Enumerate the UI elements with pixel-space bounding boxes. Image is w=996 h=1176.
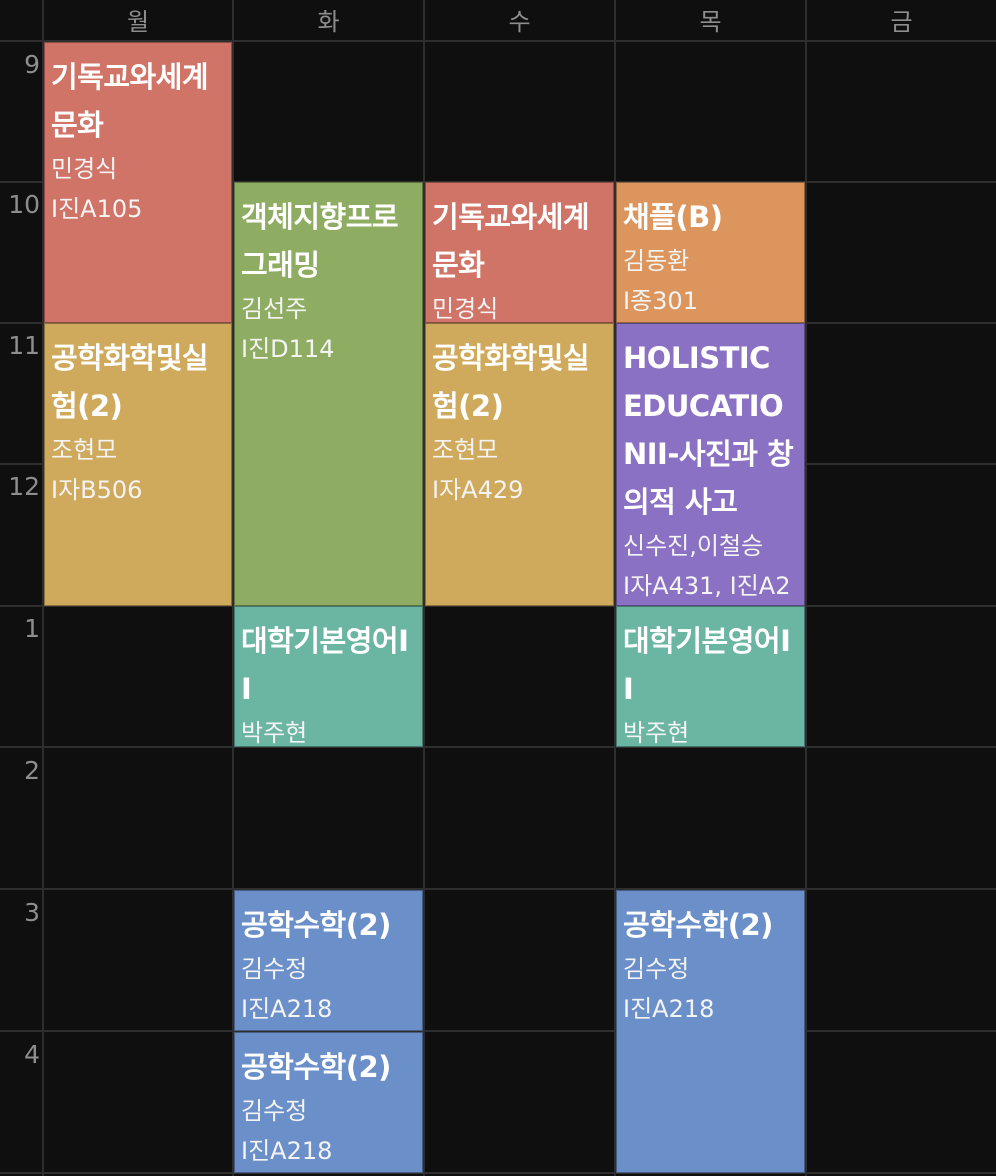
grid-line bbox=[0, 1030, 996, 1032]
course-professor: 김동환 bbox=[623, 247, 690, 275]
course-professor: 김수정 bbox=[241, 955, 308, 983]
course-room: I진A218 bbox=[623, 995, 715, 1023]
course-name: 공학수학(2) bbox=[241, 908, 391, 942]
course-room: I진A218 bbox=[241, 995, 333, 1023]
hour-label: 2 bbox=[24, 756, 40, 785]
course-room: I자B506 bbox=[51, 476, 143, 504]
course-room: I자A431, I진A208 bbox=[623, 572, 791, 600]
course-block[interactable]: 기독교와세계문화 민경식 bbox=[425, 182, 614, 323]
course-block[interactable]: 공학화학및실험(2) 조현모 I자B506 bbox=[44, 323, 232, 606]
course-room: I진D114 bbox=[241, 335, 335, 363]
course-block[interactable]: 공학수학(2) 김수정 I진A218 bbox=[616, 890, 805, 1173]
course-professor: 조현모 bbox=[51, 436, 118, 464]
course-name: 객체지향프로그래밍 bbox=[241, 200, 399, 282]
course-name: 대학기본영어II bbox=[623, 624, 791, 706]
grid-line bbox=[0, 888, 996, 890]
course-block[interactable]: 대학기본영어II 박주현 bbox=[234, 606, 423, 747]
course-professor: 민경식 bbox=[51, 155, 118, 183]
grid-line bbox=[0, 1172, 996, 1174]
course-professor: 박주현 bbox=[241, 719, 308, 747]
course-professor: 김수정 bbox=[241, 1097, 308, 1125]
hour-label: 10 bbox=[8, 190, 40, 219]
course-name: 공학화학및실험(2) bbox=[51, 341, 209, 423]
day-header-mon: 월 bbox=[126, 8, 150, 36]
course-professor: 김수정 bbox=[623, 955, 690, 983]
hour-label: 12 bbox=[8, 472, 40, 501]
course-block[interactable]: 대학기본영어II 박주현 bbox=[616, 606, 805, 747]
hour-label: 11 bbox=[8, 331, 40, 360]
course-room: I자A429 bbox=[432, 476, 524, 504]
course-block[interactable]: 기독교와세계문화 민경식 I진A105 bbox=[44, 42, 232, 323]
course-block[interactable]: 공학수학(2) 김수정 I진A218 bbox=[234, 1032, 423, 1173]
hour-label: 9 bbox=[24, 50, 40, 79]
course-room: I진A105 bbox=[51, 195, 143, 223]
course-name: 기독교와세계문화 bbox=[432, 200, 590, 282]
hour-label: 1 bbox=[24, 614, 40, 643]
day-header-thu: 목 bbox=[699, 8, 722, 36]
course-name: 채플(B) bbox=[623, 200, 723, 234]
course-name: 대학기본영어II bbox=[241, 624, 409, 706]
course-name: 공학화학및실험(2) bbox=[432, 341, 590, 423]
course-block[interactable]: 채플(B) 김동환 I종301 bbox=[616, 182, 805, 323]
day-header-tue: 화 bbox=[317, 8, 340, 36]
course-professor: 김선주 bbox=[241, 295, 308, 323]
course-block[interactable]: 공학화학및실험(2) 조현모 I자A429 bbox=[425, 323, 614, 606]
hour-label: 3 bbox=[24, 898, 40, 927]
grid-line bbox=[0, 746, 996, 748]
grid-line bbox=[805, 0, 807, 1176]
course-room: I진A218 bbox=[241, 1137, 333, 1165]
course-block[interactable]: HOLISTIC EDUCATIONII-사진과 창의적 사고 신수진,이철승 … bbox=[616, 323, 805, 606]
course-name: 기독교와세계문화 bbox=[51, 60, 209, 142]
course-name: 공학수학(2) bbox=[623, 908, 773, 942]
day-header-fri: 금 bbox=[890, 8, 913, 36]
course-professor: 신수진,이철승 bbox=[623, 532, 764, 560]
course-block[interactable]: 공학수학(2) 김수정 I진A218 bbox=[234, 890, 423, 1031]
course-professor: 박주현 bbox=[623, 719, 690, 747]
day-header-wed: 수 bbox=[508, 8, 531, 36]
course-block[interactable]: 객체지향프로그래밍 김선주 I진D114 bbox=[234, 182, 423, 606]
course-professor: 민경식 bbox=[432, 295, 499, 323]
course-room: I종301 bbox=[623, 287, 698, 315]
timetable-grid: 월 화 수 목 금 9 10 11 12 1 2 3 4 기독교와세계문화 민경… bbox=[0, 0, 996, 1176]
course-name: HOLISTIC EDUCATIONII-사진과 창의적 사고 bbox=[623, 341, 794, 519]
course-name: 공학수학(2) bbox=[241, 1050, 391, 1084]
hour-label: 4 bbox=[24, 1040, 40, 1069]
course-professor: 조현모 bbox=[432, 436, 499, 464]
